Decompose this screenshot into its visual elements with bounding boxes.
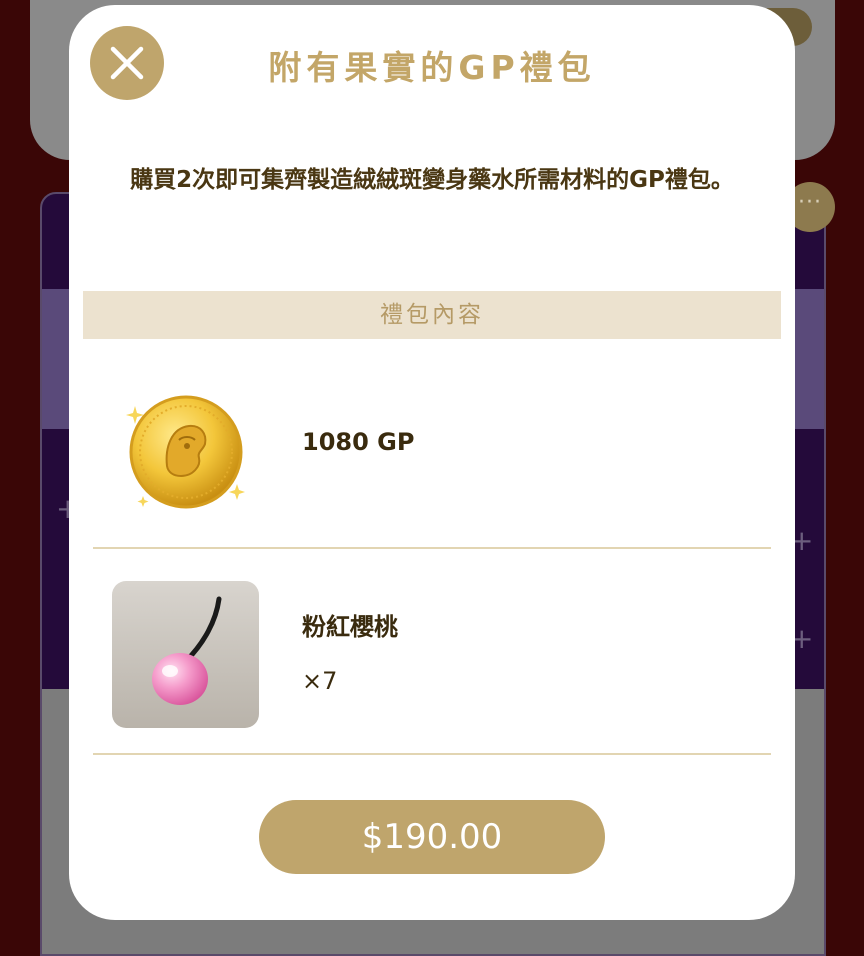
purchase-button[interactable]: $190.00 — [259, 800, 605, 874]
modal-title: 附有果實的GP禮包 — [268, 48, 596, 87]
item-quantity: ×7 — [302, 667, 338, 695]
contents-header: 禮包內容 — [83, 291, 781, 339]
pack-description: 購買2次即可集齊製造絨絨斑變身藥水所需材料的GP禮包。 — [130, 167, 734, 193]
pink-cherry-icon — [112, 581, 259, 728]
item-name: 粉紅櫻桃 — [302, 613, 398, 641]
list-item: 1080 GP — [93, 350, 771, 549]
list-item: 粉紅櫻桃 ×7 — [93, 549, 771, 755]
gold-coin-icon — [121, 388, 251, 518]
item-name: 1080 GP — [302, 428, 415, 456]
gift-pack-modal: 附有果實的GP禮包 購買2次即可集齊製造絨絨斑變身藥水所需材料的GP禮包。 禮包… — [69, 5, 795, 920]
